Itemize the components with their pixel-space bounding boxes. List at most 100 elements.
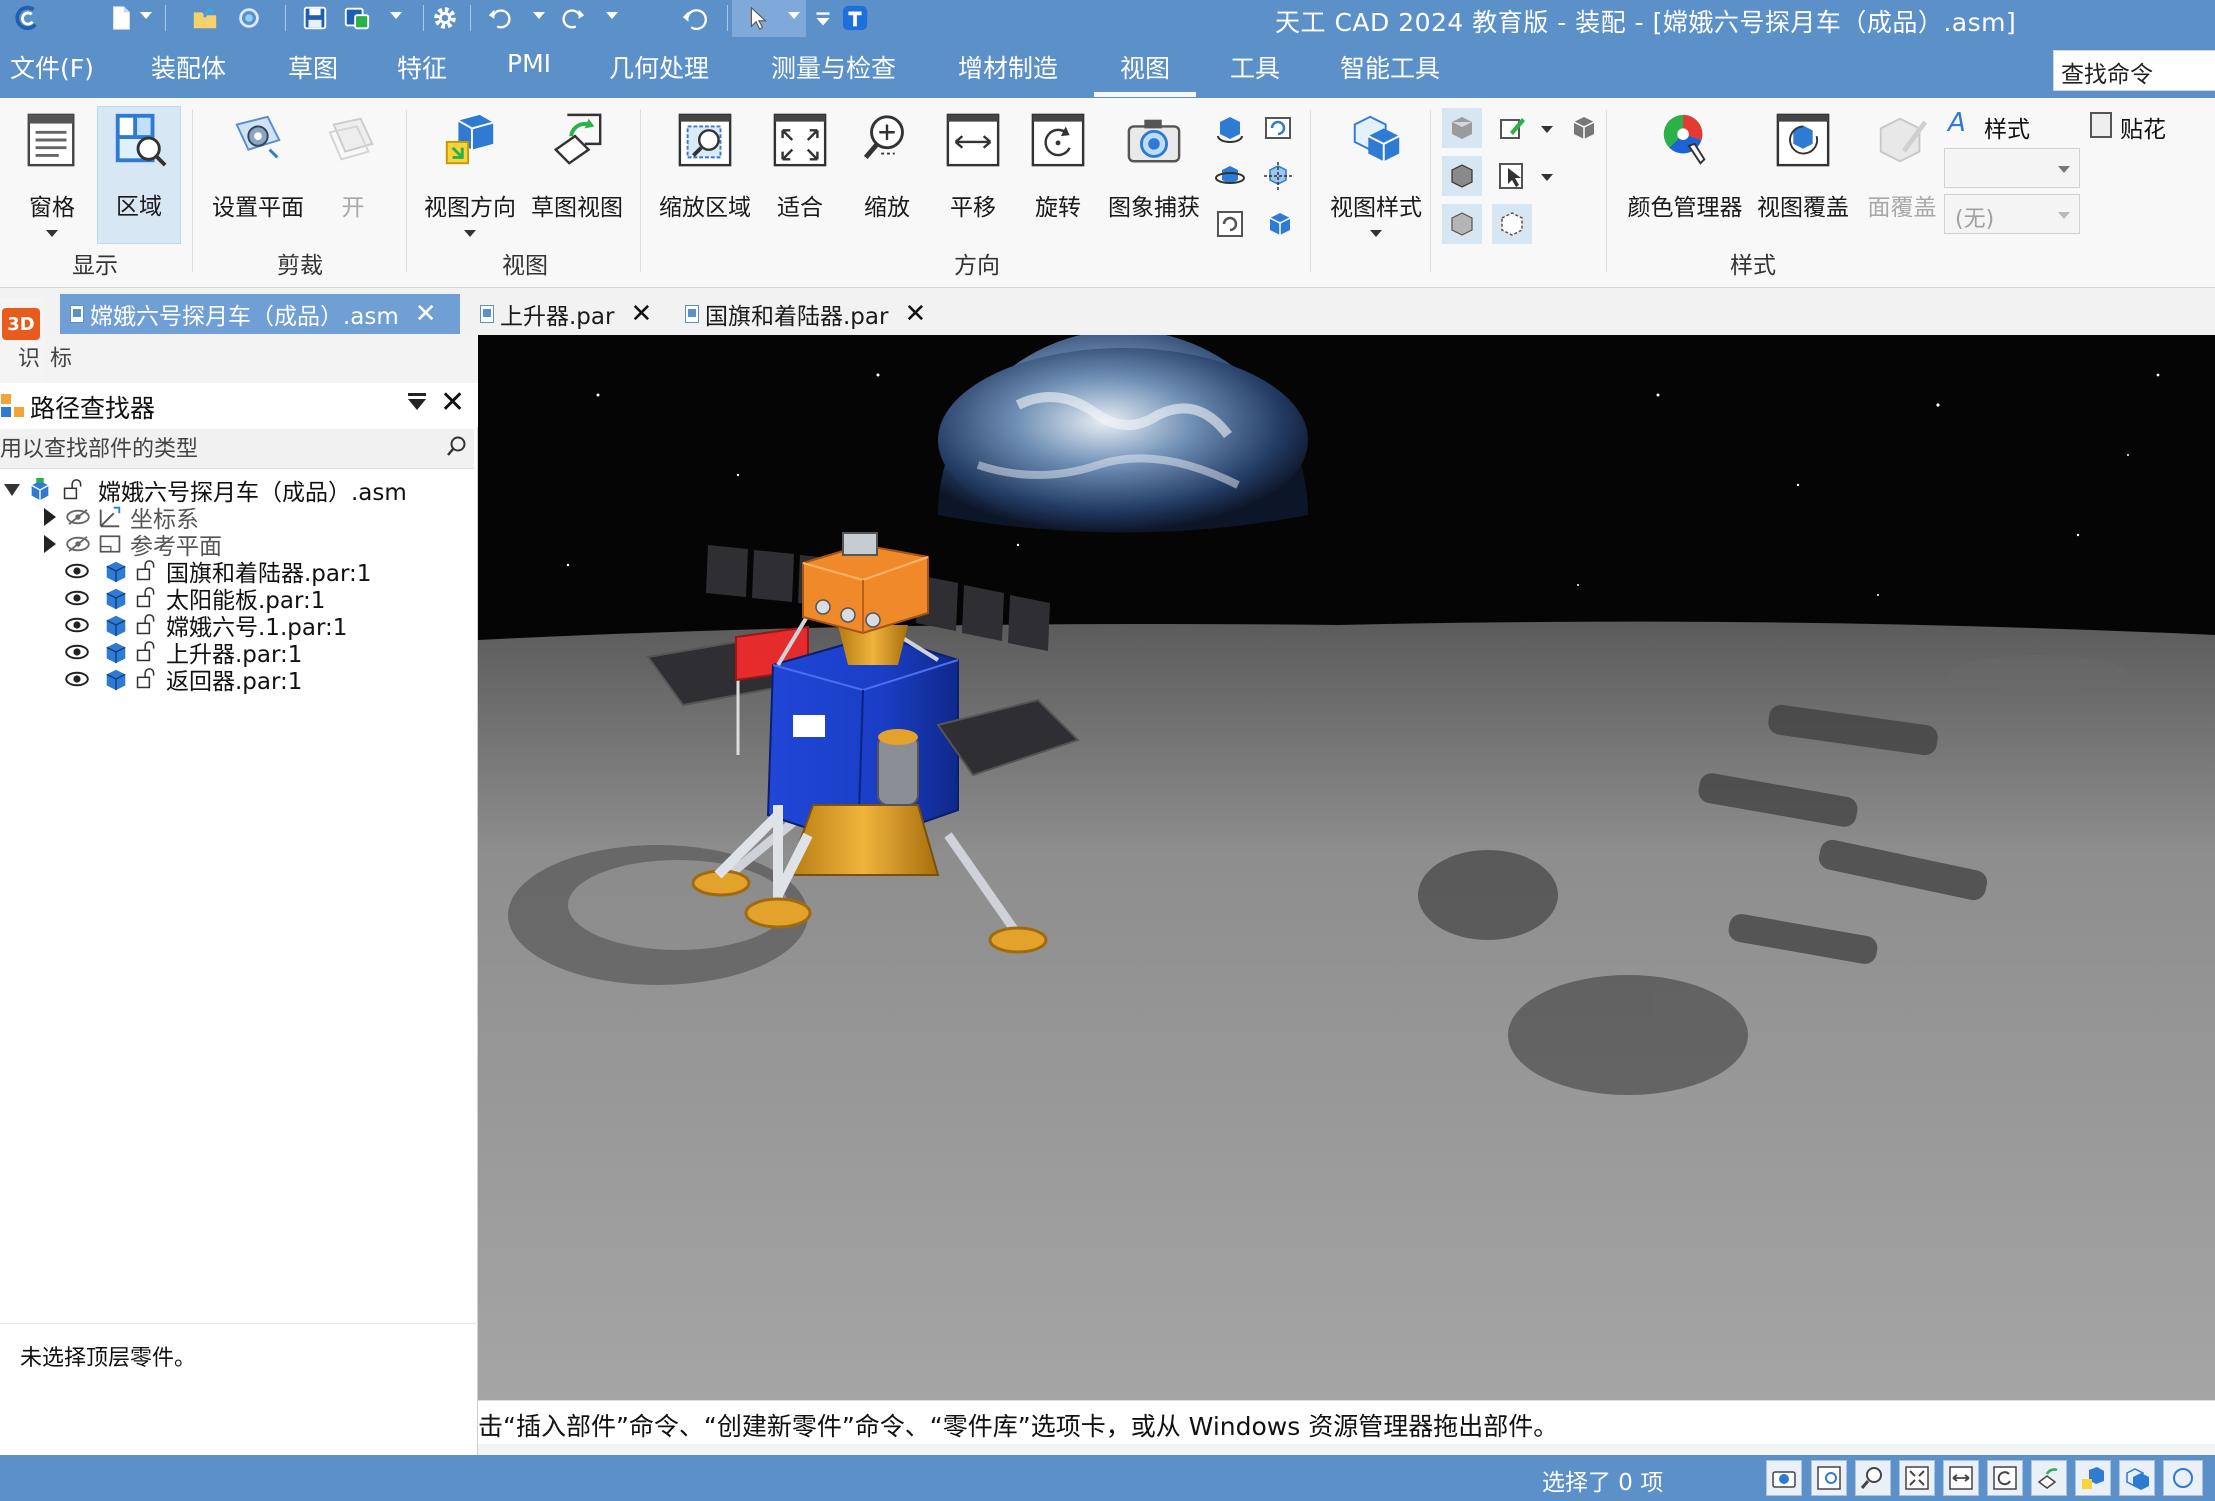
rotate-about-icon[interactable] — [1210, 108, 1250, 148]
menu-geometry[interactable]: 几何处理 — [609, 49, 709, 85]
close-icon[interactable]: ✕ — [904, 299, 926, 329]
new-dropdown-icon[interactable] — [140, 12, 152, 19]
face-override-button[interactable]: 面覆盖 — [1862, 108, 1942, 222]
visible-eye-icon[interactable] — [62, 589, 92, 607]
hidden-eye-icon[interactable] — [64, 535, 92, 553]
expand-icon[interactable] — [40, 508, 60, 526]
t-logo-icon[interactable] — [838, 3, 872, 33]
view-orientation-button[interactable]: 视图方向 — [422, 108, 518, 237]
chevron-down-icon[interactable] — [2058, 212, 2070, 219]
chevron-down-icon[interactable] — [1370, 230, 1382, 237]
view-style-icon[interactable] — [2119, 1460, 2155, 1496]
lander-model[interactable] — [478, 335, 2215, 1400]
isometric-view-icon[interactable] — [1258, 204, 1298, 244]
chevron-down-icon[interactable] — [2058, 166, 2070, 173]
select-pointer-icon[interactable] — [740, 3, 774, 33]
search-icon[interactable] — [446, 435, 468, 459]
hidden-edges-icon[interactable] — [1492, 204, 1532, 244]
sync-icon[interactable] — [232, 3, 266, 33]
new-file-icon[interactable] — [104, 3, 138, 33]
3d-viewport[interactable] — [478, 335, 2215, 1400]
common-views-icon[interactable] — [1210, 156, 1250, 196]
pan-icon[interactable] — [1943, 1460, 1979, 1496]
tab-main-assembly[interactable]: 嫦娥六号探月车（成品）.asm ✕ — [60, 294, 460, 334]
image-capture-button[interactable]: 图象捕获 — [1104, 108, 1204, 222]
menu-sketch[interactable]: 草图 — [288, 49, 338, 85]
fit-button[interactable]: 适合 — [768, 108, 832, 222]
undo-dropdown-icon[interactable] — [533, 12, 545, 19]
undo-history-icon[interactable] — [678, 3, 712, 33]
docked-tab-label[interactable]: 标识 — [10, 346, 74, 388]
visible-eye-icon[interactable] — [62, 670, 92, 688]
view-orientation-icon[interactable] — [2075, 1460, 2111, 1496]
sketch-view-button[interactable]: 草图视图 — [529, 108, 625, 222]
redo-icon[interactable] — [556, 3, 590, 33]
find-command-input[interactable]: 查找命令 — [2053, 50, 2215, 91]
undo-icon[interactable] — [483, 3, 517, 33]
chevron-down-icon[interactable] — [1541, 126, 1553, 133]
pan-button[interactable]: 平移 — [941, 108, 1005, 222]
menu-inspect[interactable]: 测量与检查 — [771, 49, 896, 85]
visible-eye-icon[interactable] — [62, 643, 92, 661]
select-dropdown-icon[interactable] — [788, 12, 800, 19]
view-style-button[interactable]: 视图样式 — [1326, 108, 1426, 237]
sketch-edit-icon[interactable] — [1492, 108, 1532, 148]
menu-view[interactable]: 视图 — [1120, 49, 1170, 85]
app-logo-icon[interactable] — [10, 3, 44, 33]
menu-assembly[interactable]: 装配体 — [151, 49, 226, 85]
visible-eye-icon[interactable] — [62, 616, 92, 634]
zoom-button[interactable]: 缩放 — [855, 108, 919, 222]
customize-qat-icon[interactable] — [806, 3, 840, 33]
close-icon[interactable]: ✕ — [440, 385, 465, 420]
chevron-down-icon[interactable] — [464, 230, 476, 237]
named-views-icon[interactable] — [1258, 156, 1298, 196]
rotate-button[interactable]: 旋转 — [1026, 108, 1090, 222]
pin-dropdown-icon[interactable] — [408, 399, 426, 410]
tab-ascender[interactable]: 上升器.par ✕ — [470, 294, 670, 334]
zoom-area-icon[interactable] — [1811, 1460, 1847, 1496]
zoom-icon[interactable] — [1855, 1460, 1891, 1496]
sketch-view-icon[interactable] — [2031, 1460, 2067, 1496]
menu-features[interactable]: 特征 — [397, 49, 447, 85]
save-icon[interactable] — [298, 3, 332, 33]
menu-additive[interactable]: 增材制造 — [958, 49, 1058, 85]
pathfinder-search-input[interactable] — [0, 432, 440, 466]
more-icon[interactable] — [2163, 1460, 2203, 1496]
tree-item-part[interactable]: 返回器.par:1 — [0, 661, 478, 697]
close-icon[interactable]: ✕ — [630, 299, 652, 329]
chevron-down-icon[interactable] — [46, 230, 58, 237]
3d-badge-icon[interactable]: 3D — [2, 308, 40, 340]
tab-flag-lander[interactable]: 国旗和着陆器.par ✕ — [675, 294, 945, 334]
settings-gear-icon[interactable] — [428, 3, 462, 33]
zone-button[interactable]: 区域 — [97, 106, 181, 244]
refresh-view-icon[interactable] — [1210, 204, 1250, 244]
menu-pmi[interactable]: PMI — [507, 49, 551, 78]
style-label[interactable]: 样式 — [1984, 110, 2030, 144]
clip-on-button[interactable]: 开 — [323, 108, 383, 222]
color-manager-button[interactable]: 颜色管理器 — [1620, 108, 1750, 222]
menu-smart-tools[interactable]: 智能工具 — [1340, 49, 1440, 85]
shaded-icon[interactable] — [1442, 108, 1482, 148]
rotate-icon[interactable] — [1987, 1460, 2023, 1496]
visible-eye-icon[interactable] — [62, 562, 92, 580]
open-file-icon[interactable] — [188, 3, 222, 33]
redo-dropdown-icon[interactable] — [606, 12, 618, 19]
image-capture-icon[interactable] — [1766, 1460, 1802, 1496]
visible-edges-icon[interactable] — [1442, 204, 1482, 244]
close-icon[interactable]: ✕ — [415, 299, 437, 329]
pin-icon[interactable] — [408, 393, 426, 396]
expand-icon[interactable] — [2, 484, 22, 496]
view-override-button[interactable]: 视图覆盖 — [1753, 108, 1853, 222]
hidden-eye-icon[interactable] — [64, 508, 92, 526]
menu-tools[interactable]: 工具 — [1230, 49, 1280, 85]
zoom-area-button[interactable]: 缩放区域 — [655, 108, 755, 222]
chevron-down-icon[interactable] — [1541, 174, 1553, 181]
expand-icon[interactable] — [40, 535, 60, 553]
shaded-edges-icon[interactable] — [1442, 156, 1482, 196]
wireframe-shaded-icon[interactable] — [1564, 108, 1604, 148]
save-as-icon[interactable] — [340, 3, 374, 33]
set-plane-button[interactable]: 设置平面 — [208, 108, 308, 222]
select-cursor-icon[interactable] — [1492, 156, 1532, 196]
save-dropdown-icon[interactable] — [390, 12, 402, 19]
menu-file[interactable]: 文件(F) — [10, 49, 94, 85]
